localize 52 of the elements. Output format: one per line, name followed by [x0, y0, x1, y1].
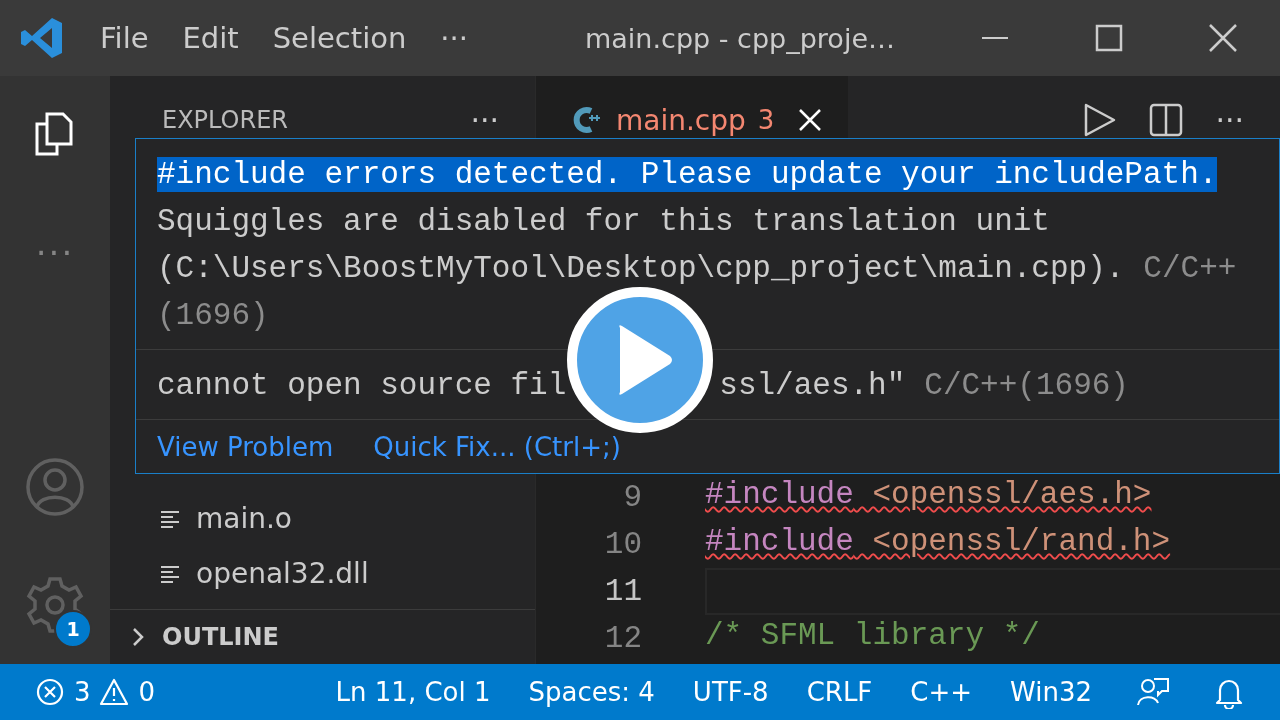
split-editor-icon[interactable]	[1149, 103, 1184, 137]
explorer-entry[interactable]: openal32.dll	[110, 546, 535, 601]
more-menu-button[interactable]: ···	[440, 21, 468, 55]
menu-item[interactable]: Edit	[182, 21, 239, 55]
message-text: ssl/aes.h"	[719, 368, 906, 403]
status-item[interactable]: CRLF	[806, 677, 873, 707]
more-actions-button[interactable]: ···	[1215, 102, 1244, 138]
cpp-file-icon	[572, 105, 602, 135]
line-number: 12	[603, 621, 642, 656]
line-number: 9	[622, 480, 642, 515]
error-source: C/C++	[1143, 251, 1237, 286]
problem-count: 3	[757, 105, 775, 135]
code-line: #include <openssl/rand.h>	[705, 524, 1171, 561]
close-icon[interactable]	[1208, 23, 1238, 53]
notification-badge: 1	[54, 610, 92, 648]
file-lines-icon	[160, 508, 180, 529]
status-item[interactable]: Spaces: 4	[528, 677, 655, 707]
menu-item[interactable]: File	[100, 21, 149, 55]
more-actions-button[interactable]: ···	[470, 102, 499, 138]
status-item[interactable]: C++	[910, 677, 973, 707]
warning-icon	[98, 678, 129, 706]
vscode-logo-icon	[20, 16, 64, 60]
error-count: 3	[74, 677, 91, 707]
more-views-button[interactable]: ···	[35, 233, 75, 273]
action-link[interactable]: Quick Fix... (Ctrl+;)	[373, 431, 621, 462]
line-number: 11	[603, 574, 642, 609]
line-number: 10	[603, 527, 642, 562]
message-text: (C:\Users\BoostMyTool\Desktop\cpp_project\main.cpp).	[157, 251, 1125, 286]
status-item[interactable]: Ln 11, Col 1	[335, 677, 491, 707]
code-line: #include <openssl/aes.h>	[705, 477, 1152, 514]
file-lines-icon	[160, 563, 180, 584]
run-icon[interactable]	[1083, 103, 1118, 137]
maximize-icon[interactable]	[1094, 23, 1124, 53]
message-text: Squiggles are disabled for this translation unit	[157, 204, 1050, 239]
error-icon	[36, 678, 64, 706]
status-item[interactable]: UTF-8	[692, 677, 769, 707]
panel-title: EXPLORER	[162, 106, 289, 134]
play-button[interactable]	[566, 286, 714, 434]
message-text: cannot open source fil	[157, 368, 567, 403]
window-title: main.cpp - cpp_proje…	[584, 22, 896, 54]
settings-icon[interactable]	[25, 575, 85, 635]
action-link[interactable]: View Problem	[157, 431, 334, 462]
problems-status[interactable]: 3 0	[36, 677, 156, 707]
warning-count: 0	[138, 677, 156, 707]
menu-item[interactable]: Selection	[272, 21, 407, 55]
code-line: /* SFML library */	[705, 618, 1040, 655]
error-source: C/C++(1696)	[924, 368, 1129, 403]
explorer-entry[interactable]: main.o	[110, 491, 535, 546]
tab-label: main.cpp	[616, 103, 746, 137]
message-text: #include errors detected. Please update your includePath.	[157, 157, 1218, 192]
status-item[interactable]: Win32	[1010, 677, 1092, 707]
error-source: (1696)	[157, 298, 269, 333]
